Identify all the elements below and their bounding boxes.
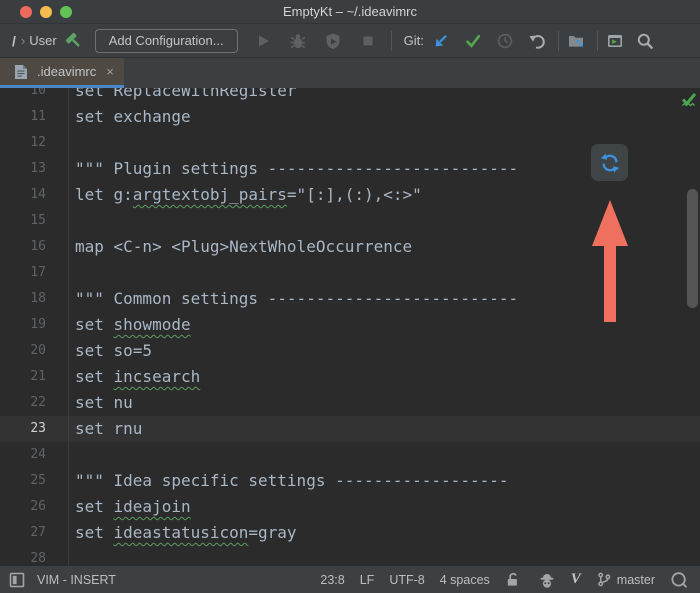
file-icon: [12, 63, 30, 81]
traffic-lights: [20, 0, 72, 24]
line-number: 18: [0, 286, 46, 312]
annotation-arrow-up-icon: [588, 200, 632, 322]
title-bar: EmptyKt – ~/.ideavimrc: [0, 0, 700, 24]
git-branch-name: master: [617, 573, 655, 587]
toolbar-separator: [597, 31, 598, 51]
build-hammer-icon[interactable]: [65, 32, 83, 50]
vertical-scrollbar[interactable]: [687, 189, 698, 308]
breadcrumb-user[interactable]: User: [29, 33, 56, 48]
project-folder-icon[interactable]: [567, 32, 585, 50]
line-number: 10: [0, 88, 46, 104]
editor-line[interactable]: 22 set nu: [0, 390, 700, 416]
inspections-status-icon[interactable]: [680, 92, 698, 110]
reload-ideavimrc-button[interactable]: [591, 144, 628, 181]
toggle-tool-windows-icon[interactable]: [8, 571, 26, 589]
run-with-coverage-icon[interactable]: [324, 32, 342, 50]
code-text: set incsearch: [68, 364, 700, 390]
search-everywhere-icon[interactable]: [636, 32, 654, 50]
code-text: set nu: [68, 390, 700, 416]
inspector-hector-icon[interactable]: [538, 571, 556, 589]
git-branch-icon: [596, 571, 614, 589]
line-number: 26: [0, 494, 46, 520]
line-number: 11: [0, 104, 46, 130]
line-number: 16: [0, 234, 46, 260]
code-text: set exchange: [68, 104, 700, 130]
editor-line[interactable]: 27 set ideastatusicon=gray: [0, 520, 700, 546]
debug-icon[interactable]: [289, 32, 307, 50]
ideavim-icon[interactable]: V: [571, 571, 581, 588]
unlocked-padlock-icon[interactable]: [505, 571, 523, 589]
toolbar-separator: [558, 31, 559, 51]
editor-line[interactable]: 11 set exchange: [0, 104, 700, 130]
tab-title: .ideavimrc: [37, 64, 96, 79]
code-text: set ideastatusicon=gray: [68, 520, 700, 546]
run-icon[interactable]: [254, 32, 272, 50]
caret-position-status[interactable]: 23:8: [320, 573, 344, 587]
git-branch-widget[interactable]: master: [596, 571, 655, 589]
line-number: 24: [0, 442, 46, 468]
line-number: 27: [0, 520, 46, 546]
code-text: [68, 546, 700, 565]
line-number: 17: [0, 260, 46, 286]
fullscreen-window-button[interactable]: [60, 6, 72, 18]
rollback-undo-icon[interactable]: [528, 32, 546, 50]
refresh-icon: [600, 153, 620, 173]
notifications-icon[interactable]: [670, 571, 688, 589]
status-bar: VIM - INSERT 23:8 LF UTF-8 4 spaces V ma…: [0, 565, 700, 593]
line-number: 20: [0, 338, 46, 364]
editor-line[interactable]: 24: [0, 442, 700, 468]
line-number: 23: [0, 416, 46, 442]
vim-mode-status: VIM - INSERT: [37, 573, 116, 587]
editor-line[interactable]: 10 set ReplaceWithRegister: [0, 88, 700, 104]
line-number: 12: [0, 130, 46, 156]
editor-line[interactable]: 28: [0, 546, 700, 565]
line-number: 13: [0, 156, 46, 182]
editor-line[interactable]: 25 """ Idea specific settings -----------…: [0, 468, 700, 494]
breadcrumb-root[interactable]: /: [12, 33, 16, 49]
git-update-icon[interactable]: [432, 32, 450, 50]
tab-close-icon[interactable]: ×: [103, 65, 114, 78]
run-window-icon[interactable]: [606, 32, 624, 50]
code-text: [68, 442, 700, 468]
line-number: 21: [0, 364, 46, 390]
close-window-button[interactable]: [20, 6, 32, 18]
git-label: Git:: [404, 33, 424, 48]
code-text: set ReplaceWithRegister: [68, 88, 700, 104]
line-number: 15: [0, 208, 46, 234]
main-toolbar: / › User Add Configuration... Git:: [0, 24, 700, 58]
line-number: 19: [0, 312, 46, 338]
history-clock-icon[interactable]: [496, 32, 514, 50]
minimize-window-button[interactable]: [40, 6, 52, 18]
line-number: 14: [0, 182, 46, 208]
tab-ideavimrc[interactable]: .ideavimrc ×: [0, 58, 124, 88]
editor-line[interactable]: 26 set ideajoin: [0, 494, 700, 520]
editor-pane[interactable]: 10set ReplaceWithRegister11set exchange1…: [0, 88, 700, 565]
line-number: 25: [0, 468, 46, 494]
code-text: """ Idea specific settings -------------…: [68, 468, 700, 494]
encoding-status[interactable]: UTF-8: [389, 573, 424, 587]
ide-window: EmptyKt – ~/.ideavimrc / › User Add Conf…: [0, 0, 700, 593]
indent-status[interactable]: 4 spaces: [440, 573, 490, 587]
add-configuration-button[interactable]: Add Configuration...: [95, 29, 238, 53]
editor-line[interactable]: 23 set rnu: [0, 416, 700, 442]
line-number: 22: [0, 390, 46, 416]
chevron-right-icon: ›: [21, 33, 25, 48]
stop-icon[interactable]: [359, 32, 377, 50]
code-text: set ideajoin: [68, 494, 700, 520]
editor-tab-bar: .ideavimrc ×: [0, 58, 700, 88]
window-title: EmptyKt – ~/.ideavimrc: [0, 4, 700, 19]
editor-line[interactable]: 21 set incsearch: [0, 364, 700, 390]
editor-line[interactable]: 20 set so=5: [0, 338, 700, 364]
toolbar-separator: [391, 31, 392, 51]
code-text: set so=5: [68, 338, 700, 364]
line-number: 28: [0, 546, 46, 565]
code-text: set rnu: [68, 416, 700, 442]
git-commit-check-icon[interactable]: [464, 32, 482, 50]
line-separator-status[interactable]: LF: [360, 573, 375, 587]
